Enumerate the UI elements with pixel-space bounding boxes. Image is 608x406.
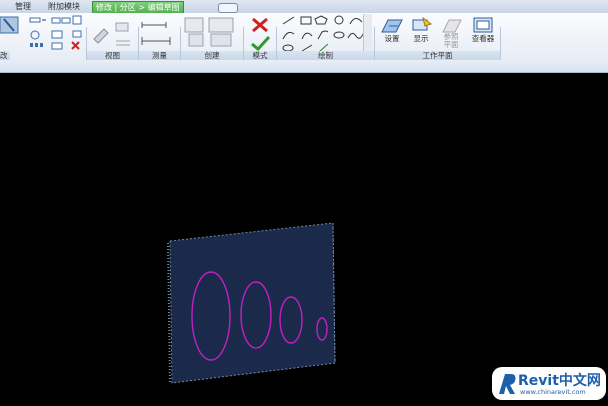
revit-watermark: Revit中文网 www.chinarevit.com xyxy=(492,367,606,400)
tab-addins[interactable]: 附加模块 xyxy=(45,1,83,13)
cancel-edit-icon[interactable] xyxy=(252,17,268,33)
align-icon[interactable] xyxy=(0,16,19,34)
create-group-icon[interactable] xyxy=(208,17,234,47)
spline-icon[interactable] xyxy=(347,31,365,39)
ellipse-icon[interactable] xyxy=(333,31,345,39)
tab-manage[interactable]: 管理 xyxy=(12,1,34,13)
modify-tools-group xyxy=(0,15,82,50)
show-workplane-icon[interactable] xyxy=(411,16,433,34)
circle-icon[interactable] xyxy=(334,15,344,25)
measure-tools xyxy=(141,22,171,45)
arc-center-icon[interactable] xyxy=(301,32,313,40)
arc-icon[interactable] xyxy=(349,18,363,25)
delete-icon[interactable] xyxy=(71,41,80,50)
finish-edit-icon[interactable] xyxy=(251,35,271,52)
polygon-icon[interactable] xyxy=(314,15,328,25)
watermark-url: www.chinarevit.com xyxy=(520,388,586,396)
offset-icon[interactable] xyxy=(29,17,46,23)
draw-tools xyxy=(282,15,365,52)
rotate-icon[interactable] xyxy=(30,30,40,40)
rectangle-icon[interactable] xyxy=(300,16,312,25)
fillet-arc-icon[interactable] xyxy=(317,30,329,40)
array-icon[interactable] xyxy=(30,43,43,47)
pick-faces-icon[interactable] xyxy=(319,43,329,52)
set-workplane-label[interactable]: 设置 xyxy=(379,33,405,44)
trim-icon[interactable] xyxy=(51,30,63,39)
arc-start-end-icon[interactable] xyxy=(282,31,295,40)
watermark-brand: Revit中文网 xyxy=(518,373,601,389)
create-tools xyxy=(184,17,234,47)
line-icon[interactable] xyxy=(282,16,295,25)
measure-icon[interactable] xyxy=(141,22,167,28)
override-graphics-icon[interactable] xyxy=(93,28,109,44)
ribbon-tab-bar: 管理 附加模块 修改 | 分区 > 编辑草图 xyxy=(0,0,608,17)
ribbon-bottom-band xyxy=(0,60,608,73)
split-icon[interactable] xyxy=(72,30,82,38)
viewer-label[interactable]: 查看器 xyxy=(468,33,498,44)
mode-tools xyxy=(251,17,271,52)
show-workplane-label[interactable]: 显示 xyxy=(408,33,434,44)
drawing-canvas[interactable] xyxy=(0,73,608,402)
copy-icon[interactable] xyxy=(72,15,82,25)
3d-view[interactable] xyxy=(0,73,608,402)
draw-gallery-scrollbar[interactable] xyxy=(363,14,372,52)
create-component-icon[interactable] xyxy=(184,17,204,47)
dimension-icon[interactable] xyxy=(141,37,171,45)
ribbon-minimize-toggle[interactable] xyxy=(218,3,238,17)
linework-icon[interactable] xyxy=(115,22,130,46)
scale-icon[interactable] xyxy=(51,42,63,50)
viewer-icon[interactable] xyxy=(472,16,494,34)
reference-plane-label: 参照 平面 xyxy=(443,32,459,49)
revit-logo-icon xyxy=(499,374,516,394)
set-workplane-icon[interactable] xyxy=(380,16,404,34)
mirror-icon[interactable] xyxy=(51,17,71,24)
view-tools xyxy=(93,22,130,46)
